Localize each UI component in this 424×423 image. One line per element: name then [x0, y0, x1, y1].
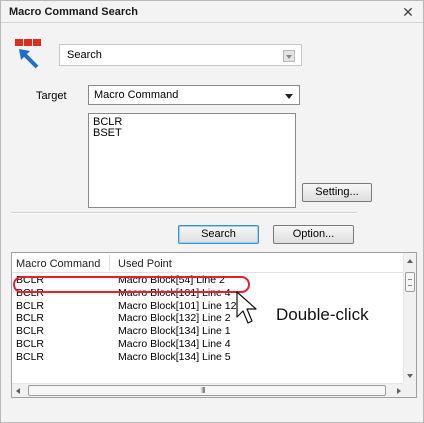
target-value: Macro Command	[94, 89, 179, 101]
search-mode-value: Search	[67, 49, 102, 61]
cell-used-point: Macro Block[101] Line 12	[118, 299, 237, 312]
table-row[interactable]: BCLR Macro Block[134] Line 4	[12, 338, 405, 351]
vertical-scrollbar[interactable]	[403, 253, 416, 384]
scroll-up-icon[interactable]	[407, 259, 413, 263]
table-row[interactable]: BCLR Macro Block[134] Line 1	[12, 325, 405, 338]
target-select[interactable]: Macro Command	[88, 85, 300, 105]
row-highlight-annotation	[13, 276, 250, 293]
column-separator[interactable]	[109, 255, 110, 271]
cell-used-point: Macro Block[132] Line 2	[118, 312, 231, 325]
horizontal-scrollbar[interactable]: III	[12, 383, 405, 397]
mouse-pointer-icon	[233, 291, 263, 327]
cell-used-point: Macro Block[134] Line 1	[118, 325, 231, 338]
search-mode-select[interactable]: Search	[59, 44, 302, 66]
cell-used-point: Macro Block[134] Line 5	[118, 350, 231, 363]
dropdown-arrow-icon[interactable]	[285, 94, 293, 99]
table-header: Macro Command Used Point	[12, 253, 405, 273]
list-item[interactable]: BCLR	[93, 117, 291, 128]
dialog-title: Macro Command Search	[9, 6, 138, 18]
double-click-callout: Double-click	[276, 305, 369, 324]
scroll-grip: III	[201, 386, 206, 395]
option-button[interactable]: Option...	[273, 225, 354, 244]
macro-command-search-dialog: Macro Command Search ✕ Search Target Mac…	[0, 0, 424, 423]
cell-command: BCLR	[16, 350, 45, 363]
close-icon[interactable]: ✕	[399, 3, 417, 21]
macro-command-list[interactable]: BCLR BSET	[88, 113, 296, 208]
cell-command: BCLR	[16, 299, 45, 312]
horizontal-scroll-thumb[interactable]: III	[28, 385, 386, 396]
cell-command: BCLR	[16, 337, 45, 350]
chevron-down-icon[interactable]	[283, 50, 295, 62]
title-bar: Macro Command Search ✕	[1, 1, 423, 23]
column-header-macro-command[interactable]: Macro Command	[16, 258, 100, 270]
results-table[interactable]: Macro Command Used Point BCLR Macro Block…	[11, 252, 417, 398]
scroll-down-icon[interactable]	[407, 374, 413, 378]
cell-command: BCLR	[16, 312, 45, 325]
macro-search-icon	[13, 37, 45, 71]
cell-used-point: Macro Block[134] Line 4	[118, 337, 231, 350]
table-row[interactable]: BCLR Macro Block[134] Line 5	[12, 351, 405, 364]
cell-command: BCLR	[16, 325, 45, 338]
search-button[interactable]: Search	[178, 225, 259, 244]
divider	[11, 212, 357, 214]
scroll-right-icon[interactable]	[397, 388, 401, 394]
setting-button[interactable]: Setting...	[302, 183, 372, 202]
list-item[interactable]: BSET	[93, 128, 291, 139]
scroll-left-icon[interactable]	[16, 388, 20, 394]
scrollbar-corner	[403, 383, 416, 397]
column-header-used-point[interactable]: Used Point	[118, 258, 172, 270]
vertical-scroll-thumb[interactable]	[405, 272, 415, 292]
target-label: Target	[36, 90, 67, 102]
